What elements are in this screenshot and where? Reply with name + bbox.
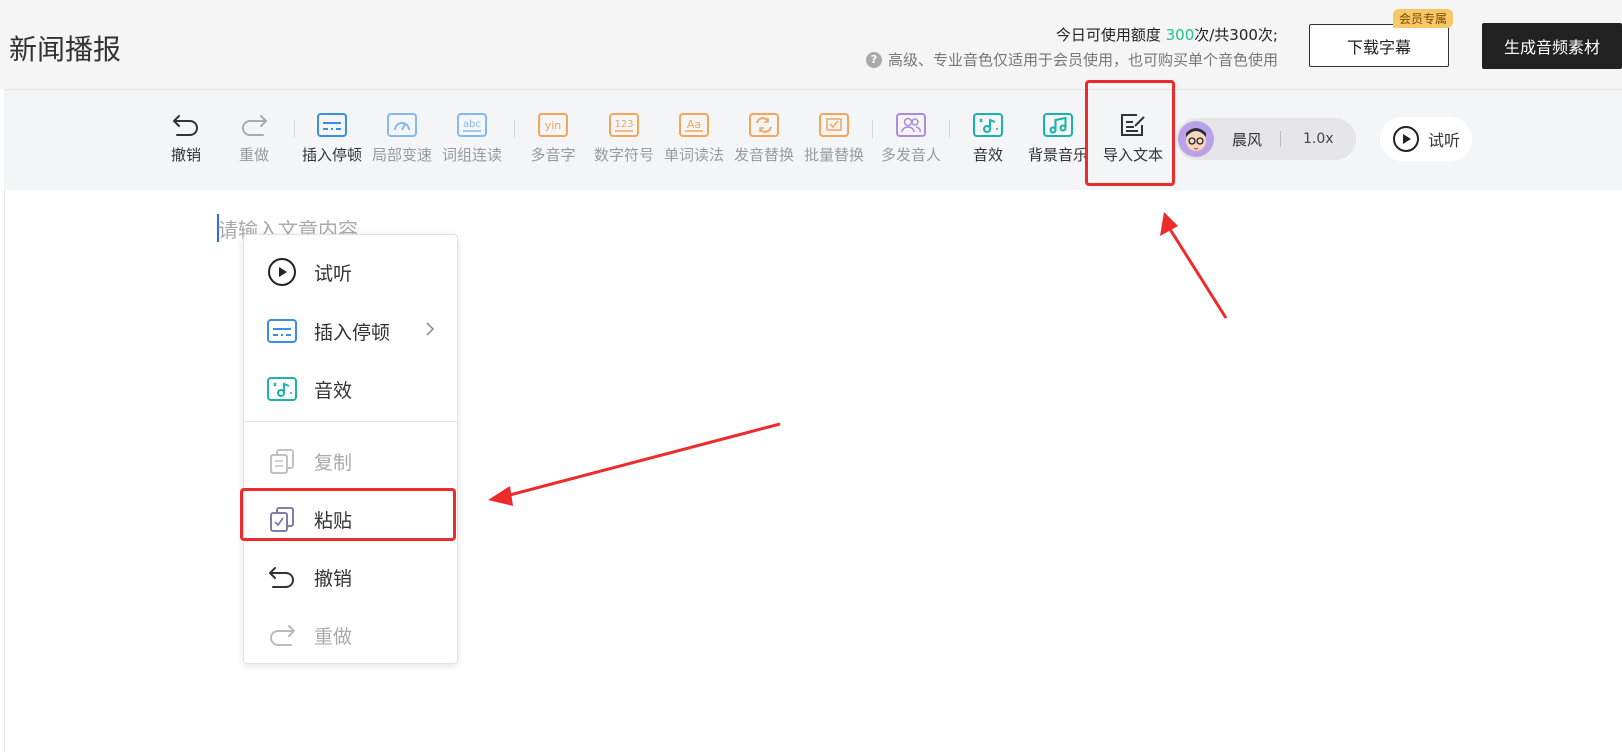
arrow-to-import-text bbox=[1160, 212, 1228, 319]
annotation-arrows bbox=[488, 212, 1228, 506]
arrow-to-paste bbox=[488, 422, 781, 506]
